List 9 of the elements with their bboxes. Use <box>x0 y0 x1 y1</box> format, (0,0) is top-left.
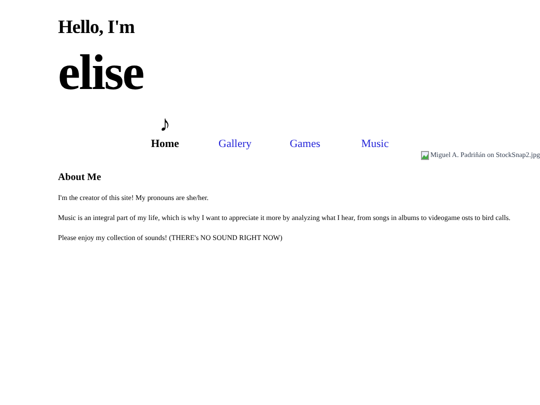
site-title: elise <box>58 44 144 100</box>
section-heading: About Me <box>58 171 102 185</box>
broken-image-icon <box>421 150 430 160</box>
nav-link[interactable]: Gallery <box>218 136 252 152</box>
greeting: Hello, I'm <box>58 16 135 40</box>
note-icon: ♪ <box>160 112 170 136</box>
nav-link[interactable]: Home <box>150 136 180 152</box>
nav-link[interactable]: Games <box>290 136 320 152</box>
nav-link[interactable]: Music <box>361 136 389 152</box>
